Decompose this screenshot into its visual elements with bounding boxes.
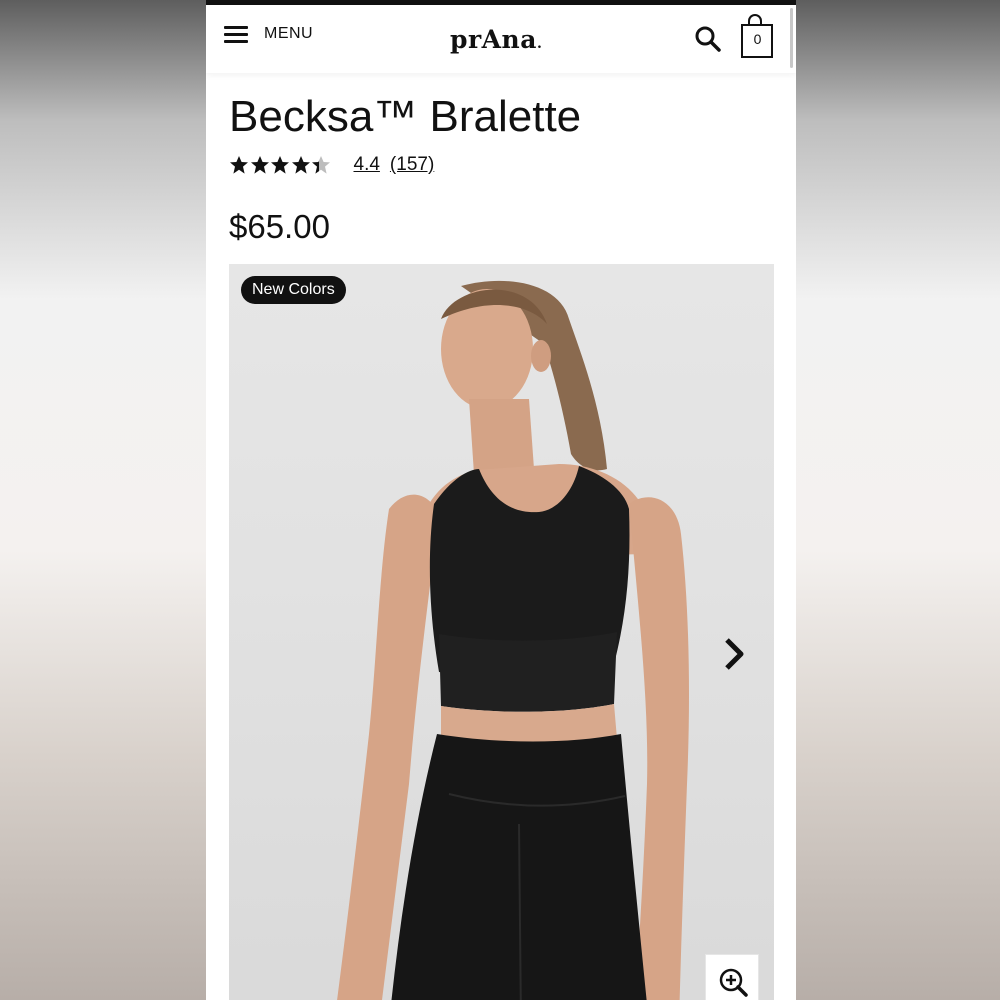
product-price: $65.00: [229, 208, 330, 245]
star-icon: [271, 156, 289, 174]
mobile-page: MENU prAna. 0 Becksa™ Bralette 4.4 (157)…: [206, 0, 796, 1000]
star-icon: [250, 156, 269, 174]
rating-value-link[interactable]: 4.4: [354, 154, 380, 176]
rating-stars: [229, 155, 332, 175]
menu-label: MENU: [264, 25, 314, 42]
product-title: Becksa™ Bralette: [229, 92, 582, 141]
product-rating: 4.4 (157): [229, 154, 434, 176]
star-icon: [230, 156, 248, 174]
star-icon: [291, 156, 310, 174]
cart-button[interactable]: 0: [739, 12, 775, 58]
new-colors-badge: New Colors: [241, 276, 346, 304]
zoom-in-icon: [719, 968, 748, 997]
chevron-right-icon: [725, 638, 744, 670]
review-count-link[interactable]: (157): [390, 154, 434, 176]
product-image-carousel[interactable]: New Colors: [229, 264, 774, 1000]
product-photo: [337, 280, 689, 1000]
cart-count: 0: [753, 31, 762, 47]
menu-button[interactable]: MENU: [224, 25, 313, 43]
star-icon: [312, 156, 330, 174]
carousel-next-button[interactable]: [719, 634, 751, 674]
logo-mark: .: [536, 36, 543, 52]
site-header: MENU prAna. 0: [206, 5, 796, 73]
hamburger-icon: [224, 25, 248, 43]
zoom-button[interactable]: [705, 954, 759, 1000]
scrollbar[interactable]: [790, 8, 793, 68]
prana-logo[interactable]: prAna.: [450, 25, 542, 54]
logo-text: prAna: [450, 25, 537, 54]
search-icon: [695, 26, 721, 52]
search-button[interactable]: [694, 25, 722, 53]
